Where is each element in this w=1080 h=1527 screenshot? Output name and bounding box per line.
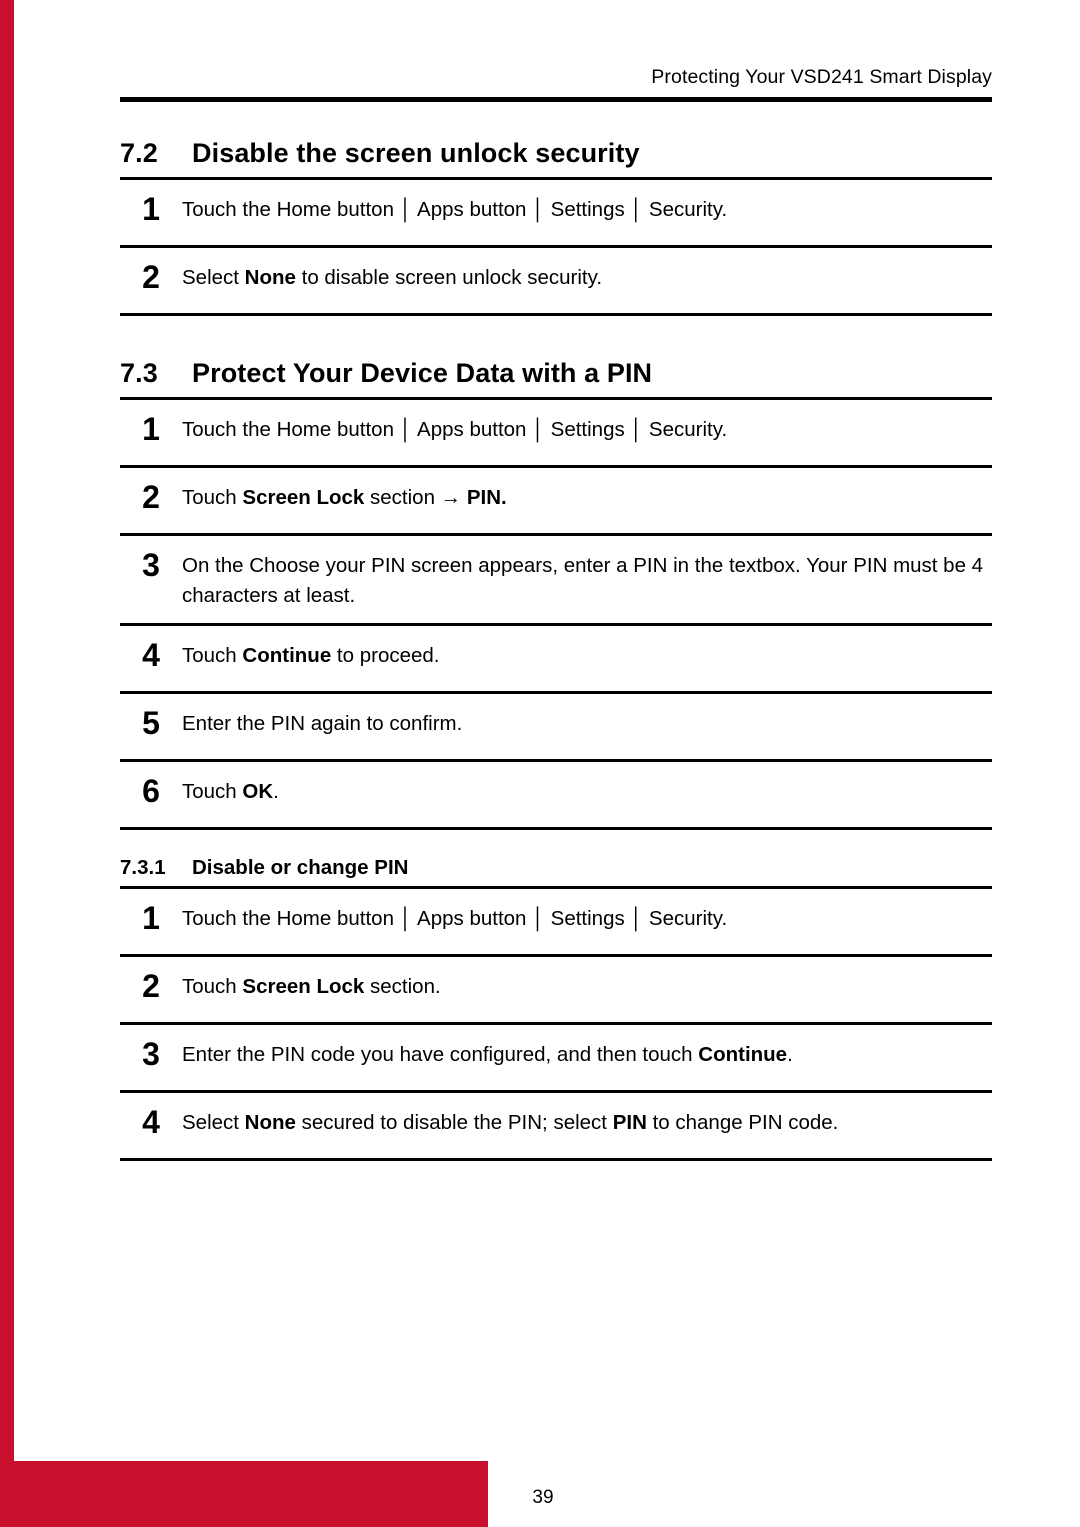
step-item: 3 Enter the PIN code you have configured…	[120, 1025, 992, 1090]
step-text: On the Choose your PIN screen appears, e…	[182, 554, 984, 607]
section-number-7-2: 7.2	[120, 138, 158, 168]
step-number: 1	[142, 411, 160, 447]
section-title-7-2: Disable the screen unlock security	[192, 138, 640, 168]
step-number: 2	[142, 968, 160, 1004]
subsection-number: 7.3.1	[120, 856, 166, 879]
step-number: 1	[142, 191, 160, 227]
step-text: Touch the Home button │ Apps button │ Se…	[182, 907, 728, 930]
page-content: 7.2 Disable the screen unlock security 1 …	[120, 120, 992, 1161]
step-item: 1 Touch the Home button │ Apps button │ …	[120, 180, 992, 245]
header-divider	[120, 97, 992, 102]
left-accent-bar	[0, 0, 14, 1527]
step-number: 6	[142, 773, 160, 809]
step-number: 5	[142, 705, 160, 741]
step-item: 4 Touch Continue to proceed.	[120, 626, 992, 691]
section-heading-7-2: 7.2 Disable the screen unlock security	[120, 120, 992, 177]
step-item: 2 Touch Screen Lock section → PIN.	[120, 468, 992, 533]
step-number: 1	[142, 900, 160, 936]
page-number: 39	[532, 1487, 554, 1508]
step-number: 3	[142, 547, 160, 583]
section-title-7-3: Protect Your Device Data with a PIN	[192, 358, 653, 388]
step-item: 1 Touch the Home button │ Apps button │ …	[120, 400, 992, 465]
document-page: Protecting Your VSD241 Smart Display 7.2…	[0, 0, 1080, 1527]
subsection-heading-7-3-1: 7.3.1 Disable or change PIN	[120, 830, 992, 886]
step-number: 2	[142, 259, 160, 295]
step-text: Select None to disable screen unlock sec…	[182, 266, 603, 289]
step-text: Select None secured to disable the PIN; …	[182, 1111, 839, 1134]
step-item: 3 On the Choose your PIN screen appears,…	[120, 536, 992, 623]
step-item: 6 Touch OK.	[120, 762, 992, 827]
step-text: Touch the Home button │ Apps button │ Se…	[182, 198, 728, 221]
step-number: 4	[142, 637, 160, 673]
section-number-7-3: 7.3	[120, 358, 158, 388]
step-text: Touch Screen Lock section → PIN.	[182, 486, 507, 509]
section-heading-7-3: 7.3 Protect Your Device Data with a PIN	[120, 316, 992, 397]
running-header: Protecting Your VSD241 Smart Display	[651, 66, 992, 88]
step-text: Touch Continue to proceed.	[182, 644, 440, 667]
step-item: 4 Select None secured to disable the PIN…	[120, 1093, 992, 1158]
step-text: Touch the Home button │ Apps button │ Se…	[182, 418, 728, 441]
step-text: Enter the PIN again to confirm.	[182, 712, 463, 735]
step-item: 2 Select None to disable screen unlock s…	[120, 248, 992, 313]
step-item: 2 Touch Screen Lock section.	[120, 957, 992, 1022]
subsection-title: Disable or change PIN	[192, 856, 409, 879]
step-number: 2	[142, 479, 160, 515]
divider	[120, 1158, 992, 1161]
step-item: 5 Enter the PIN again to confirm.	[120, 694, 992, 759]
step-text: Enter the PIN code you have configured, …	[182, 1043, 793, 1066]
step-text: Touch OK.	[182, 780, 279, 803]
step-item: 1 Touch the Home button │ Apps button │ …	[120, 889, 992, 954]
step-number: 3	[142, 1036, 160, 1072]
step-text: Touch Screen Lock section.	[182, 975, 441, 998]
step-number: 4	[142, 1104, 160, 1140]
